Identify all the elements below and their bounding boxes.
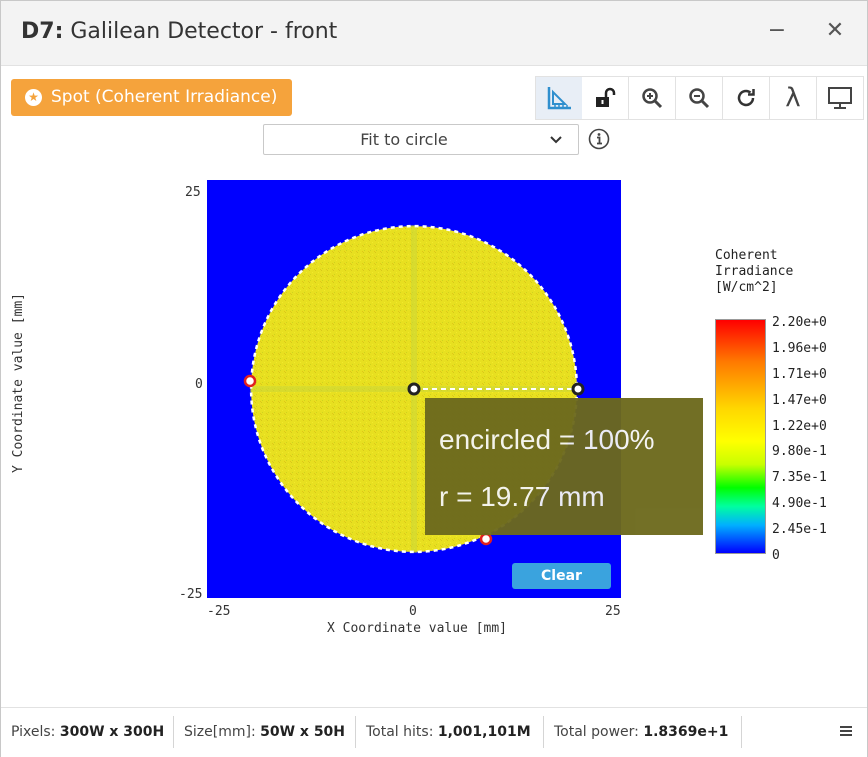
- spot-coherent-irradiance-button[interactable]: ★ Spot (Coherent Irradiance): [11, 79, 292, 116]
- y-tick-mid: 0: [195, 377, 203, 392]
- y-tick-bottom: -25: [179, 587, 203, 602]
- encircled-readout: encircled = 100%: [439, 424, 655, 455]
- fit-mode-value: Fit to circle: [360, 130, 448, 149]
- zoom-in-button[interactable]: [629, 76, 676, 120]
- colorbar-tick: 2.20e+0: [772, 315, 827, 330]
- zoom-out-icon: [689, 88, 710, 109]
- center-handle[interactable]: [407, 382, 421, 396]
- title-bar: D7: Galilean Detector - front − ✕: [1, 1, 867, 66]
- colorbar-tick: 7.35e-1: [772, 470, 827, 486]
- status-power: Total power: 1.8369e+1: [554, 724, 728, 740]
- status-divider: [543, 716, 544, 748]
- status-divider: [355, 716, 356, 748]
- window-title-id: D7:: [21, 19, 64, 44]
- zoom-in-icon: [642, 88, 663, 109]
- status-hits: Total hits: 1,001,101M: [366, 724, 531, 740]
- hamburger-menu-icon[interactable]: [837, 722, 855, 740]
- zoom-out-button[interactable]: [676, 76, 723, 120]
- colorbar-tick: 0: [772, 548, 780, 563]
- spot-diagram-svg: [243, 224, 585, 554]
- status-pixels: Pixels: 300W x 300H: [11, 724, 164, 740]
- edge-marker-left[interactable]: [243, 374, 257, 388]
- window-title-text: Galilean Detector - front: [63, 19, 338, 44]
- colorbar-tick: 1.47e+0: [772, 392, 827, 408]
- x-tick-mid: 0: [409, 604, 417, 619]
- window-title: D7: Galilean Detector - front: [21, 19, 337, 44]
- colorbar-tick: 2.45e-1: [772, 522, 827, 538]
- colorbar-tick: 1.96e+0: [772, 340, 827, 356]
- chevron-down-icon: [550, 136, 562, 144]
- status-size: Size[mm]: 50W x 50H: [184, 724, 345, 740]
- ruler-icon: [547, 87, 571, 110]
- x-tick-right: 25: [605, 604, 621, 619]
- detector-window: D7: Galilean Detector - front − ✕ ★ Spot…: [0, 0, 868, 757]
- y-axis-label: Y Coordinate value [mm]: [11, 292, 26, 473]
- x-axis-label: X Coordinate value [mm]: [327, 621, 508, 636]
- spot-diagram-plot[interactable]: [207, 180, 621, 598]
- status-size-value: 50W x 50H: [260, 724, 346, 740]
- clear-button[interactable]: Clear: [512, 563, 611, 589]
- info-icon[interactable]: [588, 128, 610, 150]
- minimize-button[interactable]: −: [761, 15, 793, 47]
- monitor-button[interactable]: [817, 76, 864, 120]
- status-size-label: Size[mm]:: [184, 724, 256, 740]
- ruler-button[interactable]: [535, 76, 583, 120]
- status-power-label: Total power:: [554, 724, 639, 740]
- colorbar-tick: 1.71e+0: [772, 366, 827, 382]
- status-pixels-value: 300W x 300H: [59, 724, 165, 740]
- edge-marker-bottom[interactable]: [479, 532, 493, 546]
- unlock-icon: [596, 87, 616, 107]
- status-hits-label: Total hits:: [366, 724, 434, 740]
- unlock-button[interactable]: [582, 76, 629, 120]
- y-tick-top: 25: [185, 185, 201, 200]
- refresh-icon: [737, 89, 755, 107]
- measurement-tooltip: encircled = 100% r = 19.77 mm: [425, 398, 703, 535]
- fit-mode-select[interactable]: Fit to circle: [263, 124, 579, 155]
- colorbar-tick: 9.80e-1: [772, 444, 827, 460]
- status-pixels-label: Pixels:: [11, 724, 56, 740]
- star-circle-icon: ★: [25, 89, 42, 106]
- refresh-button[interactable]: [723, 76, 770, 120]
- colorbar-title: Coherent Irradiance [W/cm^2]: [715, 248, 794, 295]
- colorbar-tick: 1.22e+0: [772, 418, 827, 434]
- status-divider: [741, 716, 742, 748]
- colorbar-tick: 4.90e-1: [772, 496, 827, 512]
- spot-button-label: Spot (Coherent Irradiance): [51, 87, 278, 107]
- status-divider: [173, 716, 174, 748]
- radius-readout: r = 19.77 mm: [439, 481, 605, 512]
- status-power-value: 1.8369e+1: [643, 724, 729, 740]
- lambda-icon[interactable]: λ: [770, 76, 817, 120]
- status-bar: Pixels: 300W x 300H Size[mm]: 50W x 50H …: [1, 707, 867, 757]
- x-tick-left: -25: [207, 604, 231, 619]
- plot-toolbar: λ: [535, 76, 868, 120]
- colorbar: [715, 319, 766, 554]
- radius-handle[interactable]: [571, 382, 585, 396]
- monitor-icon: [828, 87, 852, 109]
- status-hits-value: 1,001,101M: [437, 724, 531, 740]
- close-button[interactable]: ✕: [819, 15, 851, 47]
